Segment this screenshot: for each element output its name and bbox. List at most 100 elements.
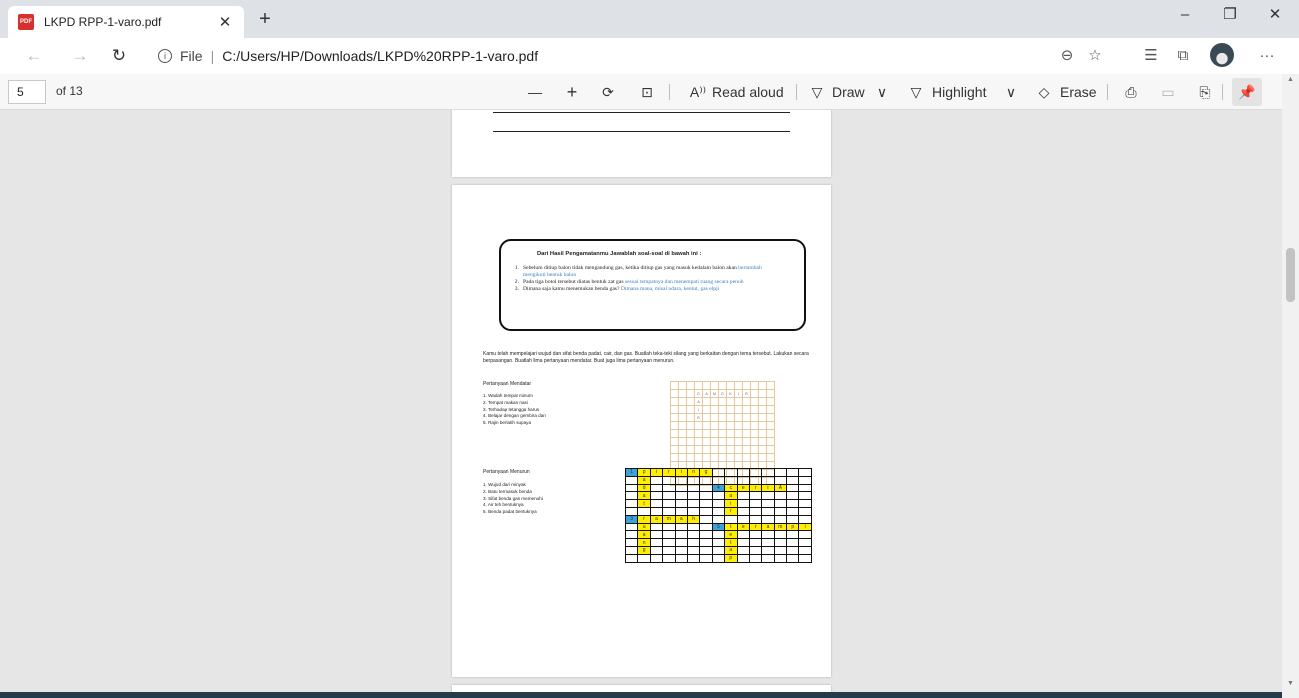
crossword-cell (798, 475, 812, 485)
crossword-cell (686, 491, 701, 501)
tab-active[interactable]: PDF LKPD RPP-1-varo.pdf ✕ (8, 6, 244, 38)
favorite-star-icon[interactable]: ☆ (1082, 44, 1108, 68)
crossword-cell (736, 514, 750, 524)
draw-options-chevron-icon[interactable]: ∨ (874, 80, 890, 104)
scroll-down-icon[interactable]: ▼ (1283, 680, 1298, 687)
page-number-input[interactable]: 5 (8, 80, 46, 104)
crossword-cell (686, 499, 701, 508)
grid-cell (678, 389, 687, 398)
vertical-scrollbar[interactable] (1282, 74, 1299, 698)
crossword-cell (686, 538, 701, 547)
draw-icon[interactable]: ▽ (808, 80, 826, 104)
grid-cell (766, 381, 775, 390)
grid-cell (758, 389, 767, 398)
grid-cell (734, 397, 743, 406)
address-bar[interactable]: i File | C:/Users/HP/Downloads/LKPD%20RP… (148, 42, 1098, 70)
highlight-button[interactable]: Highlight (932, 80, 998, 104)
read-aloud-button[interactable]: Read aloud (712, 80, 792, 104)
print-icon[interactable]: ⎙ (1120, 80, 1142, 104)
crossword-cell (662, 530, 676, 540)
grid-cell (766, 397, 775, 406)
crossword-cell (649, 499, 664, 508)
crossword-cell: t (724, 522, 738, 532)
crossword-cell (637, 553, 651, 563)
scroll-up-icon[interactable]: ▲ (1283, 76, 1298, 83)
draw-button[interactable]: Draw (832, 80, 872, 104)
tab-close-icon[interactable]: ✕ (216, 13, 234, 31)
crossword-cell (736, 491, 750, 501)
grid-cell (734, 429, 743, 438)
back-button[interactable]: ← (20, 43, 48, 69)
crossword-cell (786, 483, 800, 493)
grid-cell (702, 397, 711, 406)
grid-cell (686, 413, 695, 422)
crossword-cell (773, 475, 788, 485)
crossword-cell: p (637, 468, 651, 477)
grid-cell (758, 413, 767, 422)
crossword-cell: r (748, 522, 763, 532)
collections-icon[interactable]: ⧉ (1170, 44, 1196, 68)
crossword-cell: i (649, 468, 664, 477)
grid-cell: A (694, 397, 703, 406)
save-icon[interactable]: ▭ (1157, 80, 1179, 104)
question-text: Sebelum ditiup balon tidak mengandung ga… (523, 265, 739, 271)
read-aloud-icon[interactable]: A⁾⁾ (683, 80, 713, 104)
minimize-button[interactable]: – (1163, 0, 1207, 32)
zoom-in-button[interactable]: + (561, 80, 583, 104)
zoom-icon[interactable]: ⊖ (1054, 44, 1080, 68)
refresh-button[interactable]: ↻ (105, 43, 133, 69)
tab-title: LKPD RPP-1-varo.pdf (44, 15, 162, 29)
crossword-cell: i (724, 499, 738, 508)
crossword-cell (724, 468, 738, 477)
profile-avatar[interactable] (1210, 43, 1234, 67)
pdf-viewer[interactable]: Dari Hasil Pengamatanmu Jawablah soal-so… (0, 110, 1282, 692)
forward-button[interactable]: → (66, 43, 94, 69)
grid-cell (750, 397, 759, 406)
crossword-cell (724, 514, 738, 524)
crossword-cell (699, 491, 713, 501)
crossword-cell (798, 483, 812, 493)
crossword-cell (761, 530, 775, 540)
close-window-button[interactable]: ✕ (1253, 0, 1297, 32)
clue-item: 3. Sifat benda gas memenuhi (483, 495, 543, 501)
restore-button[interactable]: ❐ (1208, 0, 1252, 32)
toolbar-divider (1222, 84, 1223, 100)
pin-toolbar-button[interactable]: 📌 (1232, 78, 1262, 106)
new-tab-button[interactable]: + (252, 8, 278, 32)
grid-cell (734, 445, 743, 454)
question-item: 3. Dimana saja kamu menemukan benda gas?… (511, 286, 794, 293)
fit-page-icon[interactable]: ⊡ (636, 80, 658, 104)
toolbar-divider (1107, 84, 1108, 100)
crossword-cell (649, 545, 664, 555)
erase-icon[interactable]: ◇ (1035, 80, 1053, 104)
grid-cell (734, 413, 743, 422)
crossword-cell: a (637, 491, 651, 501)
grid-cell (758, 397, 767, 406)
more-menu-icon[interactable]: ··· (1254, 44, 1280, 68)
crossword-cell (748, 553, 763, 563)
grid-cell (718, 397, 727, 406)
grid-cell (686, 421, 695, 430)
crossword-cell: u (637, 522, 651, 532)
zoom-out-button[interactable]: — (524, 80, 546, 104)
grid-cell (758, 453, 767, 462)
highlight-options-chevron-icon[interactable]: ∨ (1003, 80, 1019, 104)
scrollbar-thumb[interactable] (1286, 248, 1295, 302)
erase-button[interactable]: Erase (1060, 80, 1100, 104)
rotate-icon[interactable]: ⟳ (597, 80, 619, 104)
highlight-icon[interactable]: ▽ (907, 80, 925, 104)
crossword-cell (699, 483, 713, 493)
crossword-cell (674, 522, 688, 532)
address-url[interactable]: C:/Users/HP/Downloads/LKPD%20RPP-1-varo.… (222, 48, 538, 64)
crossword-cell (686, 506, 701, 516)
crossword-cell (662, 483, 676, 493)
grid-cell (766, 421, 775, 430)
grid-cell (702, 381, 711, 390)
save-as-icon[interactable]: ⎘ (1194, 80, 1216, 104)
grid-cell (758, 421, 767, 430)
crossword-cell (686, 475, 701, 485)
grid-cell (742, 453, 751, 462)
crossword-cell (674, 491, 688, 501)
info-icon[interactable]: i (158, 49, 172, 63)
favorites-list-icon[interactable]: ☰ (1138, 44, 1164, 68)
